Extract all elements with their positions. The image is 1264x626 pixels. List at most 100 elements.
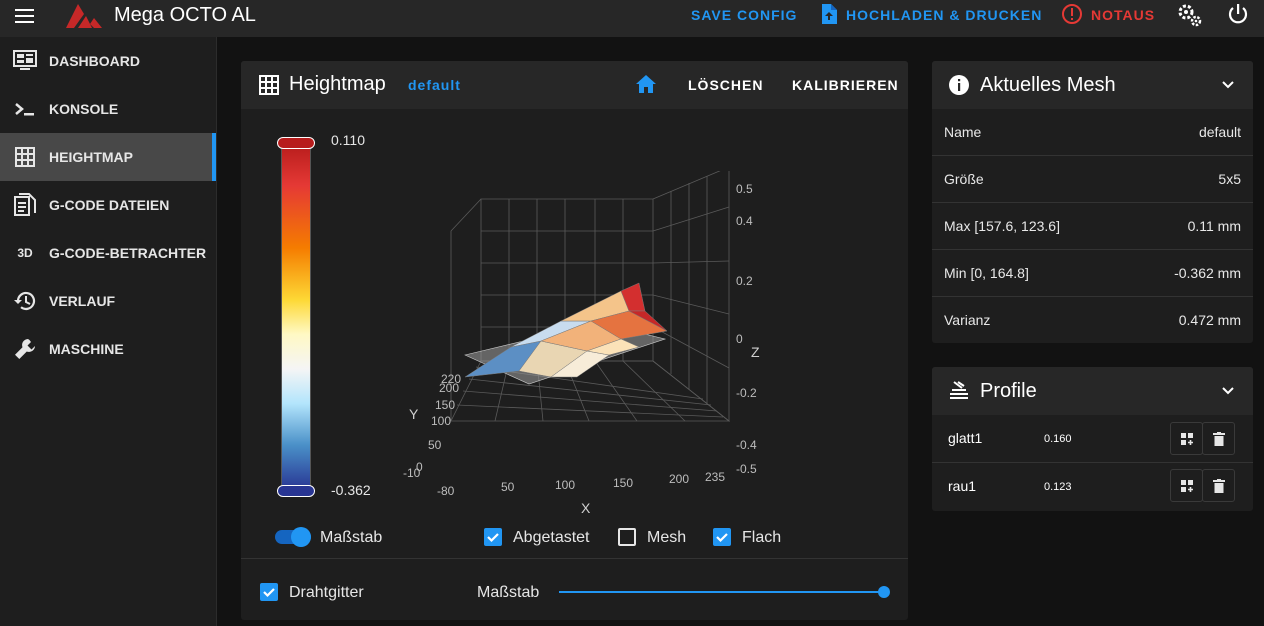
menu-icon[interactable] <box>14 7 36 25</box>
delete-button[interactable]: LÖSCHEN <box>688 77 763 93</box>
profile-value: 0.123 <box>1044 481 1072 493</box>
sidebar-item-heightmap[interactable]: HEIGHTMAP <box>0 133 216 181</box>
color-scale <box>277 137 315 497</box>
y-tick: 200 <box>439 381 459 395</box>
sidebar-item-label: MASCHINE <box>49 341 124 357</box>
sidebar-item-label: VERLAUF <box>49 293 116 309</box>
calibrate-button[interactable]: KALIBRIEREN <box>792 77 899 93</box>
profile-name: rau1 <box>948 478 977 494</box>
z-tick: 0 <box>736 332 743 346</box>
scale-slider-thumb[interactable] <box>878 586 890 598</box>
save-config-label: SAVE CONFIG <box>691 7 798 23</box>
save-config-button[interactable]: SAVE CONFIG <box>691 0 797 30</box>
sidebar-item-label: G-CODE DATEIEN <box>49 197 170 213</box>
sidebar-item-label: G-CODE-BETRACHTER <box>49 245 207 261</box>
mesh-row-key: Varianz <box>944 312 991 328</box>
app-bar: Mega OCTO AL SAVE CONFIG HOCHLADEN & DRU… <box>0 0 1264 37</box>
grid-plus-icon <box>1180 432 1193 445</box>
sidebar-item-label: HEIGHTMAP <box>49 149 133 165</box>
z-tick: 0.2 <box>736 274 753 288</box>
y-tick: 50 <box>428 438 442 452</box>
flat-checkbox[interactable] <box>713 528 731 546</box>
z-tick: -0.5 <box>736 462 757 476</box>
sidebar: DASHBOARD KONSOLE HEIGHTMAP G-CODE DATEI… <box>0 37 217 626</box>
chevron-down-icon[interactable] <box>1220 383 1236 404</box>
z-axis-label: Z <box>751 344 760 360</box>
mesh-row: Max [157.6, 123.6] 0.11 mm <box>932 203 1253 250</box>
sidebar-item-dashboard[interactable]: DASHBOARD <box>0 37 216 85</box>
monitor-dashboard-icon <box>12 48 38 74</box>
layers-icon <box>948 380 970 407</box>
mesh-row-key: Größe <box>944 171 984 187</box>
alert-circle-icon <box>1061 3 1083 28</box>
home-button[interactable] <box>635 74 657 99</box>
x-tick: 200 <box>669 472 689 486</box>
profiles-header: Profile <box>932 367 1253 415</box>
mesh-row-value: default <box>1198 124 1241 140</box>
sidebar-item-konsole[interactable]: KONSOLE <box>0 85 216 133</box>
scale-min-handle[interactable] <box>277 485 315 497</box>
upload-print-label: HOCHLADEN & DRUCKEN <box>846 7 1043 23</box>
scale-toggle-switch[interactable] <box>275 527 311 547</box>
toggle-thumb <box>291 527 311 547</box>
wireframe-checkbox[interactable] <box>260 583 278 601</box>
current-mesh-header: Aktuelles Mesh <box>932 61 1253 109</box>
emergency-stop-label: NOTAUS <box>1091 7 1156 23</box>
color-gradient-bar <box>281 143 311 491</box>
emergency-stop-button[interactable]: NOTAUS <box>1061 0 1155 30</box>
mesh-label: Mesh <box>647 529 687 546</box>
scale-slider-track[interactable] <box>559 591 884 593</box>
z-tick: -0.2 <box>736 386 757 400</box>
profile-link[interactable]: default <box>408 77 461 93</box>
y-tick: 100 <box>431 414 451 428</box>
current-mesh-card: Aktuelles Mesh Name default Größe 5x5 Ma… <box>932 61 1253 343</box>
mesh-row-value: 5x5 <box>1218 171 1241 187</box>
brand-logo-icon <box>64 0 104 30</box>
file-upload-icon <box>820 3 838 28</box>
sidebar-item-machine[interactable]: MASCHINE <box>0 325 216 373</box>
power-icon[interactable] <box>1227 2 1249 26</box>
delete-profile-button[interactable] <box>1202 422 1235 455</box>
mesh-row-key: Name <box>944 124 982 140</box>
sidebar-item-history[interactable]: VERLAUF <box>0 277 216 325</box>
y-tick: -10 <box>403 466 421 480</box>
mesh-row-key: Min [0, 164.8] <box>944 265 1029 281</box>
divider <box>241 558 908 559</box>
profiles-title: Profile <box>980 380 1037 402</box>
probed-label: Abgetastet <box>513 529 590 546</box>
mesh-checkbox[interactable] <box>618 528 636 546</box>
load-profile-button[interactable] <box>1170 422 1203 455</box>
profile-value: 0.160 <box>1044 433 1072 445</box>
upload-print-button[interactable]: HOCHLADEN & DRUCKEN <box>820 0 1042 30</box>
info-circle-icon <box>948 74 970 101</box>
grid-plus-icon <box>1180 479 1193 492</box>
app-title: Mega OCTO AL <box>114 4 256 26</box>
probed-checkbox[interactable] <box>484 528 502 546</box>
mesh-row-value: -0.362 mm <box>1174 265 1241 281</box>
heightmap-3d-plot[interactable]: 0.5 0.4 0.2 0 -0.2 -0.4 -0.5 Z 220 200 1… <box>391 171 911 521</box>
sidebar-item-gcode-viewer[interactable]: 3D G-CODE-BETRACHTER <box>0 229 216 277</box>
x-tick: 235 <box>705 470 725 484</box>
y-axis-label: Y <box>409 406 419 422</box>
trash-icon <box>1212 431 1225 446</box>
scale-min-label: -0.362 <box>331 482 371 498</box>
sidebar-item-label: KONSOLE <box>49 101 119 117</box>
mesh-row-key: Max [157.6, 123.6] <box>944 218 1060 234</box>
scale-max-handle[interactable] <box>277 137 315 149</box>
profile-row: rau1 0.123 <box>932 463 1253 511</box>
mesh-row-value: 0.472 mm <box>1178 312 1241 328</box>
chevron-down-icon[interactable] <box>1220 77 1236 98</box>
sidebar-item-gcode-files[interactable]: G-CODE DATEIEN <box>0 181 216 229</box>
current-mesh-title: Aktuelles Mesh <box>980 74 1116 96</box>
x-tick: 150 <box>613 476 633 490</box>
trash-icon <box>1212 478 1225 493</box>
scale-slider-label: Maßstab <box>477 584 540 601</box>
load-profile-button[interactable] <box>1170 469 1203 502</box>
flat-label: Flach <box>742 529 782 546</box>
history-icon <box>12 288 38 314</box>
scale-max-label: 0.110 <box>331 132 365 148</box>
settings-cogs-icon[interactable] <box>1177 2 1203 28</box>
scale-toggle-label: Maßstab <box>320 529 383 546</box>
file-document-icon <box>12 192 38 218</box>
delete-profile-button[interactable] <box>1202 469 1235 502</box>
